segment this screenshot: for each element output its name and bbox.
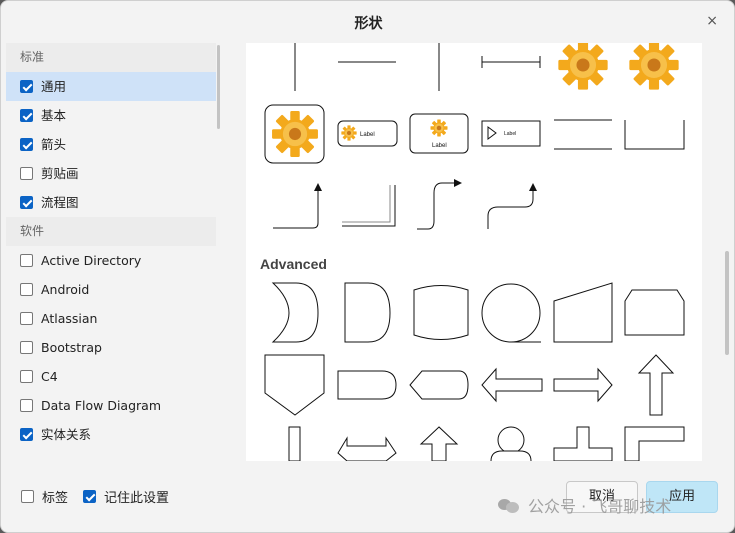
- library-item-label: C4: [41, 369, 58, 384]
- dialog-footer: 标签 记住此设置 取消 应用 公众号 · 飞哥聊技术: [1, 461, 734, 532]
- section-advanced-title: Advanced: [260, 256, 327, 272]
- gear-icon[interactable]: [558, 43, 608, 90]
- gear-icon: [272, 111, 318, 157]
- library-item-label: 流程图: [41, 195, 79, 210]
- shape-curved-arrow[interactable]: [417, 179, 462, 230]
- watermark-text: 公众号 · 飞哥聊技术: [528, 497, 672, 516]
- checkbox[interactable]: [20, 167, 33, 180]
- library-item-label: Android: [41, 282, 90, 297]
- tags-label: 标签: [42, 491, 69, 506]
- shape-preview-panel: Label Label Label Advanced: [246, 43, 702, 461]
- shape-right-arrow[interactable]: [553, 367, 613, 403]
- library-item-label: 箭头: [41, 137, 67, 152]
- group-title-standard: 标准: [6, 43, 216, 72]
- checkbox[interactable]: [20, 254, 33, 267]
- shape-tape[interactable]: [413, 285, 469, 340]
- gear-icon: [341, 125, 357, 141]
- gear-icon: [430, 119, 448, 137]
- shape-off-page-connector[interactable]: [264, 354, 325, 416]
- shape-label-text: Label: [360, 132, 375, 138]
- shape-elbow-arrow[interactable]: [273, 183, 322, 229]
- library-item-entity-relation[interactable]: 实体关系: [6, 420, 216, 449]
- library-item-arrows[interactable]: 箭头: [6, 130, 216, 159]
- library-item-basic[interactable]: 基本: [6, 101, 216, 130]
- shape-sequential-data[interactable]: [481, 283, 541, 343]
- library-item-active-directory[interactable]: Active Directory: [6, 246, 216, 275]
- library-item-label: 通用: [41, 79, 67, 94]
- shape-library-list: 标准 通用 基本 箭头 剪贴画 流程图 软件 Active Directory …: [6, 43, 216, 461]
- shape-double-line-corner[interactable]: [342, 185, 396, 227]
- wechat-icon: [498, 497, 520, 513]
- shape-display[interactable]: [337, 370, 397, 400]
- shape-manual-input[interactable]: [553, 282, 613, 343]
- shapes-dialog: 形状 × 标准 通用 基本 箭头 剪贴画 流程图 软件 Active Direc…: [0, 0, 735, 533]
- library-item-atlassian[interactable]: Atlassian: [6, 304, 216, 333]
- checkbox[interactable]: [20, 138, 33, 151]
- library-item-bootstrap[interactable]: Bootstrap: [6, 333, 216, 362]
- shape-double-arrow[interactable]: [337, 436, 397, 461]
- shape-rounded-elbow-arrow[interactable]: [487, 183, 537, 229]
- checkbox[interactable]: [20, 109, 33, 122]
- shape-delay[interactable]: [344, 282, 391, 343]
- checkbox[interactable]: [20, 283, 33, 296]
- dialog-title: 形状: [354, 16, 383, 32]
- checkbox[interactable]: [20, 196, 33, 209]
- library-item-label: Bootstrap: [41, 340, 102, 355]
- tags-checkbox[interactable]: [21, 490, 34, 503]
- library-item-label: Active Directory: [41, 253, 142, 268]
- tags-option[interactable]: 标签: [21, 487, 68, 506]
- shape-label-text: Label: [504, 131, 516, 137]
- preview-scrollbar[interactable]: [725, 251, 729, 355]
- library-item-c4[interactable]: C4: [6, 362, 216, 391]
- shape-preview-svg: Label Label Label Advanced: [260, 43, 685, 461]
- shape-left-arrow[interactable]: [481, 367, 543, 403]
- shape-loop-limit[interactable]: [624, 289, 685, 336]
- group-title-software: 软件: [6, 217, 216, 246]
- title-bar: 形状 ×: [1, 1, 734, 43]
- shape-stored-data[interactable]: [271, 282, 319, 343]
- shape-cross[interactable]: [553, 426, 613, 461]
- library-item-general[interactable]: 通用: [6, 72, 216, 101]
- shape-corner[interactable]: [624, 426, 685, 461]
- shape-display-2[interactable]: [409, 370, 469, 400]
- checkbox[interactable]: [20, 80, 33, 93]
- checkbox[interactable]: [20, 341, 33, 354]
- library-item-label: Data Flow Diagram: [41, 398, 161, 413]
- remember-label: 记住此设置: [104, 491, 170, 506]
- gear-icon[interactable]: [629, 43, 679, 90]
- library-item-clipart[interactable]: 剪贴画: [6, 159, 216, 188]
- sidebar-scrollbar[interactable]: [217, 45, 220, 129]
- remember-option[interactable]: 记住此设置: [83, 487, 169, 506]
- library-item-data-flow-diagram[interactable]: Data Flow Diagram: [6, 391, 216, 420]
- watermark: 公众号 · 飞哥聊技术: [498, 493, 671, 517]
- shape-down-arrow[interactable]: [288, 426, 301, 461]
- library-item-label: 基本: [41, 108, 67, 123]
- checkbox[interactable]: [20, 428, 33, 441]
- shape-actor[interactable]: [497, 426, 525, 454]
- shape-up-arrow-2[interactable]: [419, 426, 459, 461]
- close-icon[interactable]: ×: [706, 13, 718, 29]
- checkbox[interactable]: [20, 370, 33, 383]
- shape-up-arrow[interactable]: [637, 354, 675, 416]
- checkbox[interactable]: [20, 399, 33, 412]
- library-item-label: Atlassian: [41, 311, 98, 326]
- shape-open-box[interactable]: [624, 120, 685, 150]
- library-item-android[interactable]: Android: [6, 275, 216, 304]
- remember-checkbox[interactable]: [83, 490, 96, 503]
- checkbox[interactable]: [20, 312, 33, 325]
- library-item-label: 实体关系: [41, 427, 92, 442]
- library-item-flowchart[interactable]: 流程图: [6, 188, 216, 217]
- library-item-label: 剪贴画: [41, 166, 79, 181]
- shape-label-text: Label: [432, 143, 447, 149]
